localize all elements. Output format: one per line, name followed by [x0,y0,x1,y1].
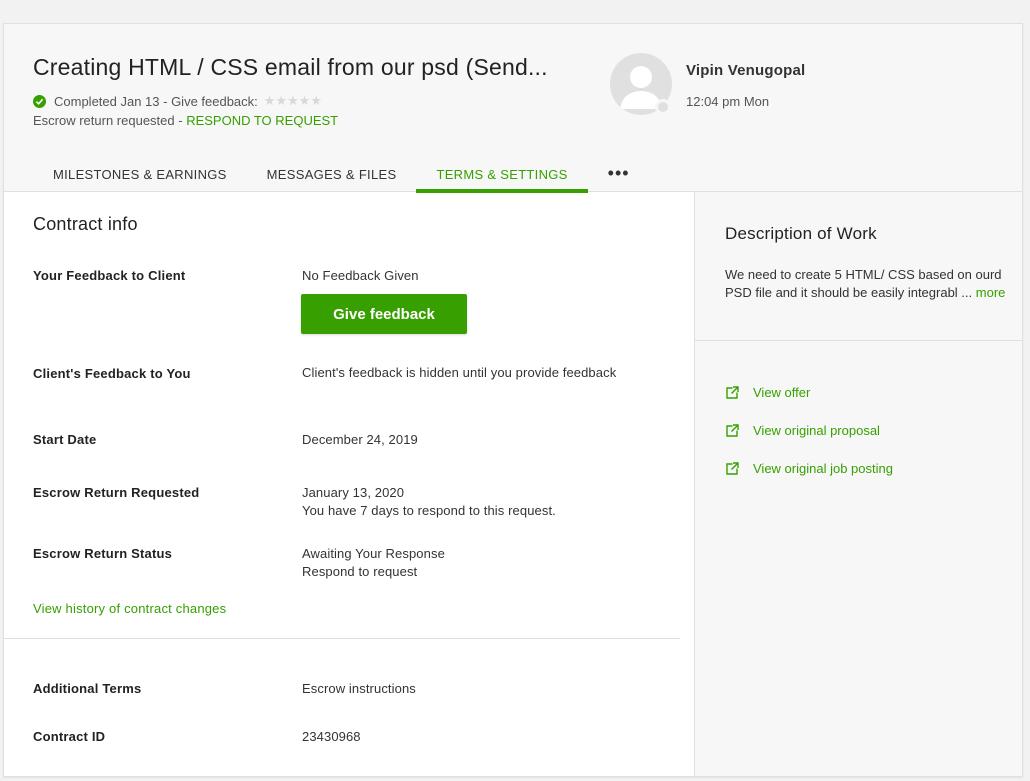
escrow-instructions-link[interactable]: Escrow instructions [302,680,416,698]
contract-id-label: Contract ID [33,729,106,744]
contract-tabs: MILESTONES & EARNINGS MESSAGES & FILES T… [33,155,650,193]
section-divider [4,638,680,639]
tab-messages-files[interactable]: MESSAGES & FILES [247,155,417,192]
freelancer-local-time: 12:04 pm Mon [686,94,770,109]
contract-card: Creating HTML / CSS email from our psd (… [3,23,1023,777]
respond-to-request-link[interactable]: RESPOND TO REQUEST [186,113,338,128]
view-offer-label[interactable]: View offer [753,385,810,400]
status-text: Completed Jan 13 - Give feedback: [54,93,258,109]
description-title: Description of Work [725,224,877,243]
description-panel: Description of Work We need to create 5 … [694,192,1022,776]
offline-status-dot [655,99,671,115]
escrow-requested-date: January 13, 2020 [302,485,405,500]
description-more-link[interactable]: more [976,285,1006,300]
escrow-requested-label: Escrow Return Requested [33,485,200,500]
view-history-link[interactable]: View history of contract changes [33,601,226,616]
feedback-to-client-value: No Feedback Given [302,268,419,283]
start-date-label: Start Date [33,432,97,447]
view-original-proposal-link[interactable]: View original proposal [725,423,880,438]
view-original-job-posting-link[interactable]: View original job posting [725,461,893,476]
contract-header: Creating HTML / CSS email from our psd (… [4,24,1022,193]
escrow-requested-note: You have 7 days to respond to this reque… [302,503,556,518]
contract-title: Creating HTML / CSS email from our psd (… [33,54,548,80]
description-text: We need to create 5 HTML/ CSS based on o… [725,267,1002,300]
additional-terms-label: Additional Terms [33,681,142,696]
description-divider [695,340,1022,341]
respond-to-request-link-secondary[interactable]: Respond to request [302,563,417,581]
start-date-value: December 24, 2019 [302,432,418,447]
external-link-icon [726,423,739,437]
check-circle-icon [33,94,46,108]
contract-id-value: 23430968 [302,729,361,744]
give-feedback-button[interactable]: Give feedback [301,294,467,334]
client-feedback-value: Client's feedback is hidden until you pr… [302,365,617,380]
contract-info-title: Contract info [33,214,138,234]
escrow-status-label: Escrow Return Status [33,546,173,561]
tab-milestones-earnings[interactable]: MILESTONES & EARNINGS [33,155,247,192]
view-offer-link[interactable]: View offer [725,385,810,400]
escrow-status-value: Awaiting Your Response [302,546,445,561]
freelancer-name: Vipin Venugopal [686,62,806,79]
view-original-proposal-label[interactable]: View original proposal [753,423,880,438]
more-options-icon[interactable]: ••• [588,155,650,192]
feedback-to-client-label: Your Feedback to Client [33,268,186,283]
contract-info-panel: Contract info Your Feedback to Client No… [4,192,694,776]
view-original-job-posting-label[interactable]: View original job posting [753,461,893,476]
external-link-icon [726,385,739,399]
description-text-block: We need to create 5 HTML/ CSS based on o… [725,266,1010,302]
external-link-icon [726,461,739,475]
escrow-text: Escrow return requested - [33,113,187,128]
client-feedback-label: Client's Feedback to You [33,366,191,381]
status-row: Completed Jan 13 - Give feedback: ★★★★★ [33,93,322,109]
escrow-row: Escrow return requested - RESPOND TO REQ… [33,113,338,128]
rating-stars[interactable]: ★★★★★ [264,93,322,109]
tab-terms-settings[interactable]: TERMS & SETTINGS [416,155,588,193]
